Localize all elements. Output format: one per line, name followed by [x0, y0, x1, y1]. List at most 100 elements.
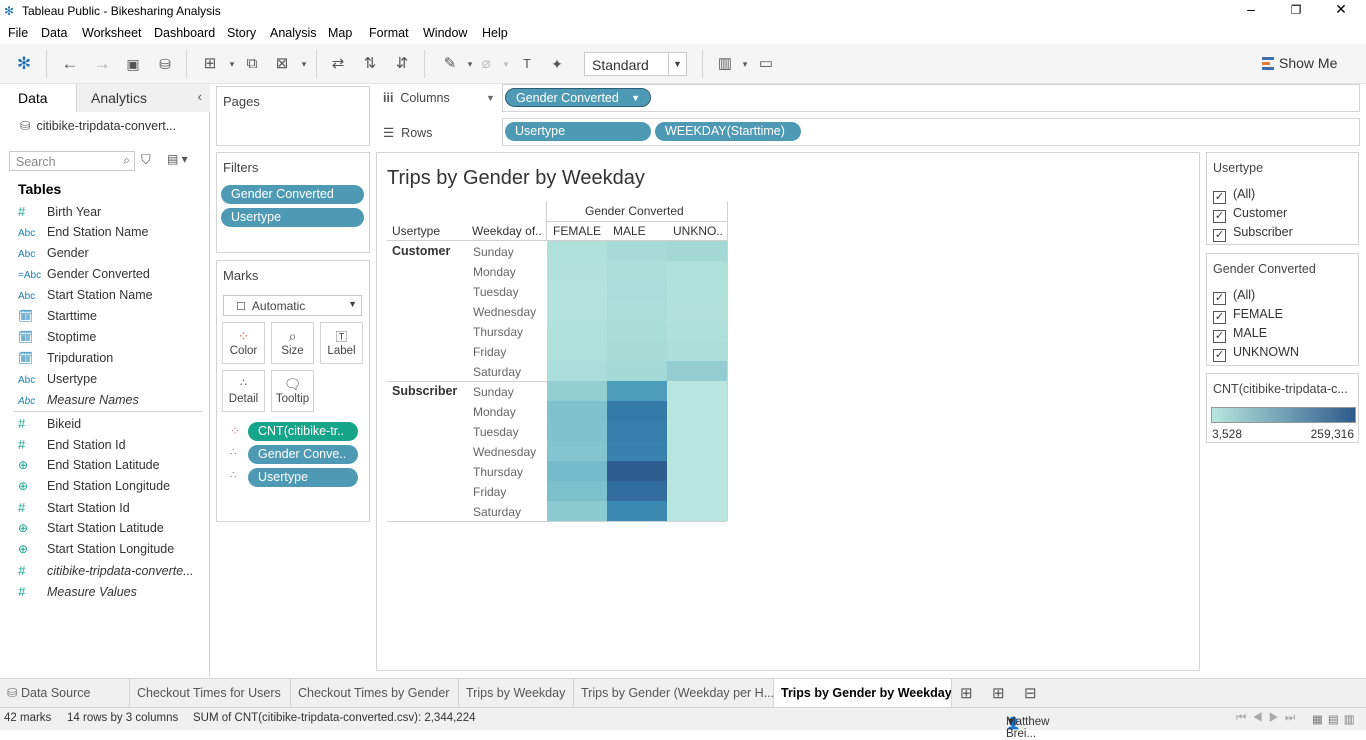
heatmap-cell[interactable]	[667, 261, 727, 281]
marks-pill-usertype[interactable]: Usertype	[248, 468, 358, 487]
heatmap-cell[interactable]	[667, 281, 727, 301]
field-starttime[interactable]: 🗓 Starttime	[18, 309, 97, 329]
field-birth-year[interactable]: # Birth Year	[18, 204, 101, 224]
heatmap-cell[interactable]	[667, 301, 727, 321]
menu-file[interactable]: File	[8, 26, 28, 40]
heatmap-cell[interactable]	[607, 341, 667, 361]
menu-story[interactable]: Story	[227, 26, 256, 40]
heatmap-cell[interactable]	[607, 421, 667, 441]
menu-analysis[interactable]: Analysis	[270, 26, 317, 40]
heatmap-cell[interactable]	[547, 401, 607, 421]
new-datasource-icon[interactable]: ⛁	[153, 52, 177, 76]
heatmap-cell[interactable]	[547, 261, 607, 281]
heatmap-cell[interactable]	[667, 401, 727, 421]
tab-data[interactable]: Data	[18, 90, 48, 106]
heatmap-cell[interactable]	[607, 261, 667, 281]
new-worksheet-icon[interactable]: ⊞	[960, 684, 973, 702]
heatmap-cell[interactable]	[547, 361, 607, 381]
heatmap-cell[interactable]	[667, 241, 727, 261]
tab-analytics[interactable]: Analytics ‹	[76, 84, 210, 112]
row-group-label[interactable]: Customer	[392, 244, 450, 258]
field-end-station-longitude[interactable]: ⊕ End Station Longitude	[18, 479, 170, 499]
field-start-station-id[interactable]: # Start Station Id	[18, 500, 130, 520]
gender-filter-option[interactable]: ✓ UNKNOWN	[1213, 345, 1299, 362]
field-end-station-name[interactable]: Abc End Station Name	[18, 225, 148, 245]
column-header[interactable]: MALE	[613, 224, 646, 238]
heatmap-cell[interactable]	[667, 421, 727, 441]
field-citibike-tripdata-converte[interactable]: # citibike-tripdata-converte...	[18, 563, 194, 583]
sheet-navigation-icons[interactable]: ⏮◀▶⏭	[1236, 712, 1301, 725]
heatmap-cell[interactable]	[547, 461, 607, 481]
checkbox-checked-icon[interactable]: ✓	[1213, 311, 1226, 324]
heatmap-cell[interactable]	[547, 301, 607, 321]
heatmap-cell[interactable]	[667, 321, 727, 341]
sort-ascending-icon[interactable]: ⇅	[358, 52, 382, 76]
field-end-station-latitude[interactable]: ⊕ End Station Latitude	[18, 458, 160, 478]
heatmap-cell[interactable]	[547, 381, 607, 401]
heatmap-cell[interactable]	[667, 501, 727, 521]
field-usertype[interactable]: Abc Usertype	[18, 372, 97, 392]
rows-pill-weekday[interactable]: WEEKDAY(Starttime)	[655, 122, 801, 141]
column-header[interactable]: FEMALE	[553, 224, 601, 238]
filter-pill-gender-converted[interactable]: Gender Converted	[221, 185, 364, 204]
menu-data[interactable]: Data	[41, 26, 67, 40]
marks-pill-cnt[interactable]: CNT(citibike-tr..	[248, 422, 358, 441]
color-button[interactable]: ⁘ Color	[222, 322, 265, 364]
pages-shelf[interactable]: Pages	[216, 86, 370, 146]
rows-pill-usertype[interactable]: Usertype	[505, 122, 651, 141]
field-measure-names[interactable]: Abc Measure Names	[18, 393, 139, 413]
heatmap-cell[interactable]	[667, 361, 727, 381]
heatmap-cell[interactable]	[667, 441, 727, 461]
search-input[interactable]: Search ⌕	[9, 151, 135, 171]
menu-format[interactable]: Format	[369, 26, 409, 40]
mark-type-dropdown[interactable]: ☐ Automatic ▼	[223, 295, 362, 316]
heatmap-cell[interactable]	[547, 321, 607, 341]
checkbox-checked-icon[interactable]: ✓	[1213, 330, 1226, 343]
heatmap-cell[interactable]	[547, 281, 607, 301]
heatmap-cell[interactable]	[667, 461, 727, 481]
checkbox-checked-icon[interactable]: ✓	[1213, 349, 1226, 362]
menu-window[interactable]: Window	[423, 26, 467, 40]
gender-filter-option[interactable]: ✓ (All)	[1213, 288, 1255, 305]
minimize-button[interactable]: –	[1228, 1, 1274, 21]
size-button[interactable]: ⌕ Size	[271, 322, 314, 364]
checkbox-checked-icon[interactable]: ✓	[1213, 191, 1226, 204]
heatmap-cell[interactable]	[607, 501, 667, 521]
heatmap-cell[interactable]	[607, 361, 667, 381]
sort-descending-icon[interactable]: ⇵	[390, 52, 414, 76]
chevron-down-icon[interactable]: ▾	[292, 52, 316, 76]
menu-map[interactable]: Map	[328, 26, 352, 40]
new-worksheet-icon[interactable]: ⊞	[198, 52, 222, 76]
usertype-filter-option[interactable]: ✓ Subscriber	[1213, 225, 1293, 242]
field-gender-converted[interactable]: =Abc Gender Converted	[18, 267, 150, 287]
label-button[interactable]: 🅃 Label	[320, 322, 363, 364]
columns-pill-gender-converted[interactable]: Gender Converted ▼	[505, 88, 651, 107]
detail-button[interactable]: ∴ Detail	[222, 370, 265, 412]
tooltip-button[interactable]: 🗨 Tooltip	[271, 370, 314, 412]
new-story-icon[interactable]: ⊟	[1024, 684, 1037, 702]
field-gender[interactable]: Abc Gender	[18, 246, 89, 266]
field-stoptime[interactable]: 🗓 Stoptime	[18, 330, 96, 350]
heatmap-cell[interactable]	[607, 481, 667, 501]
clear-sheet-icon[interactable]: ⊠	[270, 52, 294, 76]
collapse-pane-icon[interactable]: ‹	[198, 89, 202, 104]
column-header[interactable]: UNKNO..	[673, 224, 723, 238]
field-start-station-longitude[interactable]: ⊕ Start Station Longitude	[18, 542, 174, 562]
field-bikeid[interactable]: # Bikeid	[18, 416, 81, 436]
chevron-down-icon[interactable]: ▼	[486, 93, 495, 103]
menu-help[interactable]: Help	[482, 26, 508, 40]
row-group-label[interactable]: Subscriber	[392, 384, 457, 398]
checkbox-checked-icon[interactable]: ✓	[1213, 210, 1226, 223]
redo-icon[interactable]: →	[90, 52, 114, 76]
heatmap-cell[interactable]	[547, 241, 607, 261]
tab-trips-by-gender-weekday-hour[interactable]: Trips by Gender (Weekday per H...	[574, 679, 774, 707]
datasource-item[interactable]: ⛁ citibike-tripdata-convert...	[20, 118, 176, 133]
show-mark-labels-icon[interactable]: T	[515, 52, 539, 76]
heatmap-cell[interactable]	[607, 401, 667, 421]
checkbox-checked-icon[interactable]: ✓	[1213, 229, 1226, 242]
view-options-icon[interactable]: ▤ ▾	[167, 152, 188, 166]
tab-data-source[interactable]: ⛁ Data Source	[0, 679, 130, 707]
presentation-mode-icon[interactable]: ▭	[754, 52, 778, 76]
swap-rows-columns-icon[interactable]: ⇄	[326, 52, 350, 76]
tab-checkout-times-gender[interactable]: Checkout Times by Gender	[291, 679, 459, 707]
